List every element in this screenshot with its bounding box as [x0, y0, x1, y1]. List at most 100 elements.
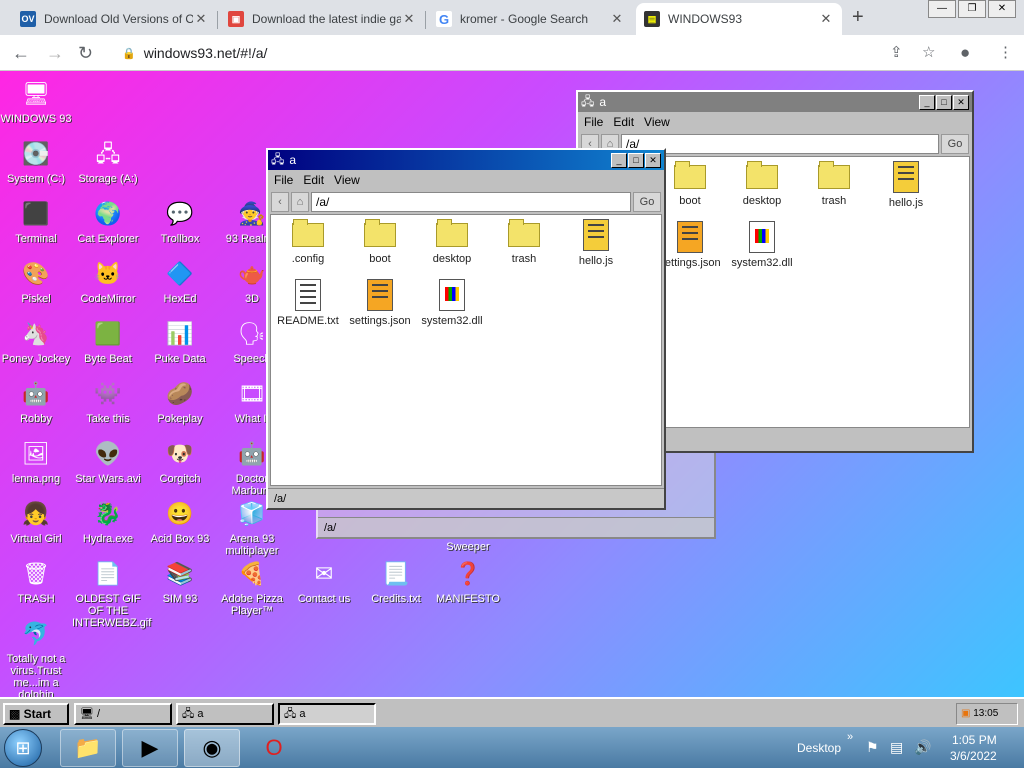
taskbar-item[interactable]: 🖥 /	[74, 703, 172, 725]
close-icon[interactable]: ✕	[645, 152, 661, 168]
close-window-icon[interactable]: ✕	[988, 0, 1016, 18]
volume-icon[interactable]: 🔊	[914, 739, 931, 756]
go-button[interactable]: Go	[941, 134, 969, 154]
back-arrow-icon[interactable]: ←	[12, 43, 30, 64]
title-bar[interactable]: 🖧 a _ □ ✕	[268, 150, 664, 170]
desktop-icon-hexed[interactable]: 🔷 HexEd	[144, 257, 216, 306]
start-button[interactable]: ▩ Start	[3, 703, 69, 725]
file-item-json[interactable]: settings.json	[345, 279, 415, 327]
menu-file[interactable]: File	[584, 115, 603, 129]
maximize-icon[interactable]: □	[936, 94, 952, 110]
forward-arrow-icon[interactable]: →	[46, 43, 64, 64]
close-icon[interactable]: ✕	[953, 94, 969, 110]
file-item-folder[interactable]: desktop	[727, 161, 797, 207]
star-icon[interactable]: ☆	[922, 43, 935, 61]
desktop-icon-storage-a[interactable]: 🖧 Storage (A:)	[72, 137, 144, 186]
desktop-icon-dolphin[interactable]: 🐬 Totally not a virus.Trust me...im a dol…	[0, 617, 72, 702]
path-input[interactable]: /a/	[621, 134, 939, 154]
desktop-label[interactable]: Desktop	[797, 741, 841, 755]
desktop-icon-puke-data[interactable]: 📊 Puke Data	[144, 317, 216, 366]
windows-start-orb-icon[interactable]: ⊞	[4, 729, 42, 767]
new-tab-plus-icon[interactable]: +	[852, 6, 864, 29]
menu-view[interactable]: View	[334, 173, 360, 187]
tab-indie-games[interactable]: ▣ Download the latest indie games ✕	[220, 3, 426, 35]
desktop-icon-piskel[interactable]: 🎨 Piskel	[0, 257, 72, 306]
desktop-icon-star-wars[interactable]: 👽 Star Wars.avi	[72, 437, 144, 486]
file-item-txt[interactable]: README.txt	[273, 279, 343, 327]
address-bar[interactable]: 🔒 windows93.net/#!/a/	[110, 39, 950, 67]
desktop-icon-sweeper[interactable]: Sweeper	[432, 541, 504, 553]
file-item-folder[interactable]: trash	[799, 161, 869, 207]
desktop-icon-pizza-player[interactable]: 🍕 Adobe Pizza Player™	[216, 557, 288, 618]
opera-icon[interactable]: O	[246, 729, 302, 767]
file-item-folder[interactable]: .config	[273, 219, 343, 265]
desktop-icon-credits[interactable]: 📃 Credits.txt	[360, 557, 432, 606]
desktop-icon-sim93[interactable]: 📚 SIM 93	[144, 557, 216, 606]
home-icon[interactable]: ⌂	[291, 192, 309, 212]
taskbar-item[interactable]: 🖧 a	[176, 703, 274, 725]
maximize-icon[interactable]: □	[628, 152, 644, 168]
desktop-icon-oldest-gif[interactable]: 📄 OLDEST GIF OF THE INTERWEBZ.gif	[72, 557, 151, 630]
menu-edit[interactable]: Edit	[303, 173, 324, 187]
path-input[interactable]: /a/	[311, 192, 631, 212]
desktop-icon-byte-beat[interactable]: 🟩 Byte Beat	[72, 317, 144, 366]
desktop-icon-manifesto[interactable]: ❓ MANIFESTO	[432, 557, 504, 606]
taskbar-item-active[interactable]: 🖧 a	[278, 703, 376, 725]
file-item-js[interactable]: hello.js	[871, 161, 941, 209]
minimize-icon[interactable]: _	[611, 152, 627, 168]
tab-opera[interactable]: OV Download Old Versions of Opera ✕	[12, 3, 218, 35]
desktop-icon-system-c[interactable]: 💽 System (C:)	[0, 137, 72, 186]
back-icon[interactable]: ‹	[271, 192, 289, 212]
go-button[interactable]: Go	[633, 192, 661, 212]
chrome-icon[interactable]: ◉	[184, 729, 240, 767]
file-item-dll[interactable]: system32.dll	[417, 279, 487, 327]
desktop-icon-pokeplay[interactable]: 🥔 Pokeplay	[144, 377, 216, 426]
desktop-icon-codemirror[interactable]: 🐱 CodeMirror	[72, 257, 144, 306]
title-bar[interactable]: 🖧 a _ □ ✕	[578, 92, 972, 112]
desktop-icon-hydra[interactable]: 🐉 Hydra.exe	[72, 497, 144, 546]
file-item-folder[interactable]: desktop	[417, 219, 487, 265]
file-item-folder[interactable]: boot	[345, 219, 415, 265]
file-item-folder[interactable]: trash	[489, 219, 559, 265]
desktop-icon-virtual-girl[interactable]: 👧 Virtual Girl	[0, 497, 72, 546]
menu-file[interactable]: File	[274, 173, 293, 187]
reload-icon[interactable]: ↻	[78, 43, 93, 64]
desktop-icon-robby[interactable]: 🤖 Robby	[0, 377, 72, 426]
menu-dots-icon[interactable]: ⋮	[998, 43, 1013, 61]
show-hidden-icons[interactable]: »	[847, 731, 853, 743]
media-player-icon[interactable]: ▶	[122, 729, 178, 767]
desktop-icon-cat-explorer[interactable]: 🌍 Cat Explorer	[72, 197, 144, 246]
network-icon[interactable]: ▤	[890, 739, 903, 756]
explorer-window-front[interactable]: 🖧 a _ □ ✕ File Edit View ‹ ⌂ /a/ Go .con…	[266, 148, 666, 510]
minimize-icon[interactable]: _	[919, 94, 935, 110]
file-item-dll[interactable]: system32.dll	[727, 221, 797, 269]
tab-windows93[interactable]: ▤ WINDOWS93 ✕	[636, 3, 842, 35]
minimize-icon[interactable]: —	[928, 0, 956, 18]
rss-icon[interactable]: ▣	[961, 708, 970, 719]
taskbar-time[interactable]: 1:05 PM	[952, 733, 997, 747]
tab-google[interactable]: G kromer - Google Search ✕	[428, 3, 633, 35]
share-icon[interactable]: ⇪	[890, 43, 903, 61]
desktop-icon-poney-jockey[interactable]: 🦄 Poney Jockey	[0, 317, 72, 366]
desktop-icon-corgitch[interactable]: 🐶 Corgitch	[144, 437, 216, 486]
close-icon[interactable]: ✕	[193, 11, 209, 27]
desktop-icon-acid-box[interactable]: 😀 Acid Box 93	[144, 497, 216, 546]
menu-view[interactable]: View	[644, 115, 670, 129]
close-icon[interactable]: ✕	[818, 11, 834, 27]
desktop-icon-lenna[interactable]: 🖼 lenna.png	[0, 437, 72, 486]
maximize-icon[interactable]: ❐	[958, 0, 986, 18]
desktop-icon-terminal[interactable]: ⬛ Terminal	[0, 197, 72, 246]
menu-edit[interactable]: Edit	[613, 115, 634, 129]
desktop-icon-windows93[interactable]: 🖥 WINDOWS 93	[0, 77, 72, 126]
close-icon[interactable]: ✕	[401, 11, 417, 27]
profile-icon[interactable]: ●	[960, 43, 970, 63]
desktop-icon-take-this[interactable]: 👾 Take this	[72, 377, 144, 426]
desktop-icon-trollbox[interactable]: 💬 Trollbox	[144, 197, 216, 246]
desktop-icon-contact-us[interactable]: ✉ Contact us	[288, 557, 360, 606]
desktop-icon-trash[interactable]: 🗑 TRASH	[0, 557, 72, 606]
file-item-js[interactable]: hello.js	[561, 219, 631, 267]
file-explorer-icon[interactable]: 📁	[60, 729, 116, 767]
flag-icon[interactable]: ⚑	[866, 739, 879, 756]
taskbar-date[interactable]: 3/6/2022	[950, 749, 997, 763]
close-icon[interactable]: ✕	[609, 11, 625, 27]
